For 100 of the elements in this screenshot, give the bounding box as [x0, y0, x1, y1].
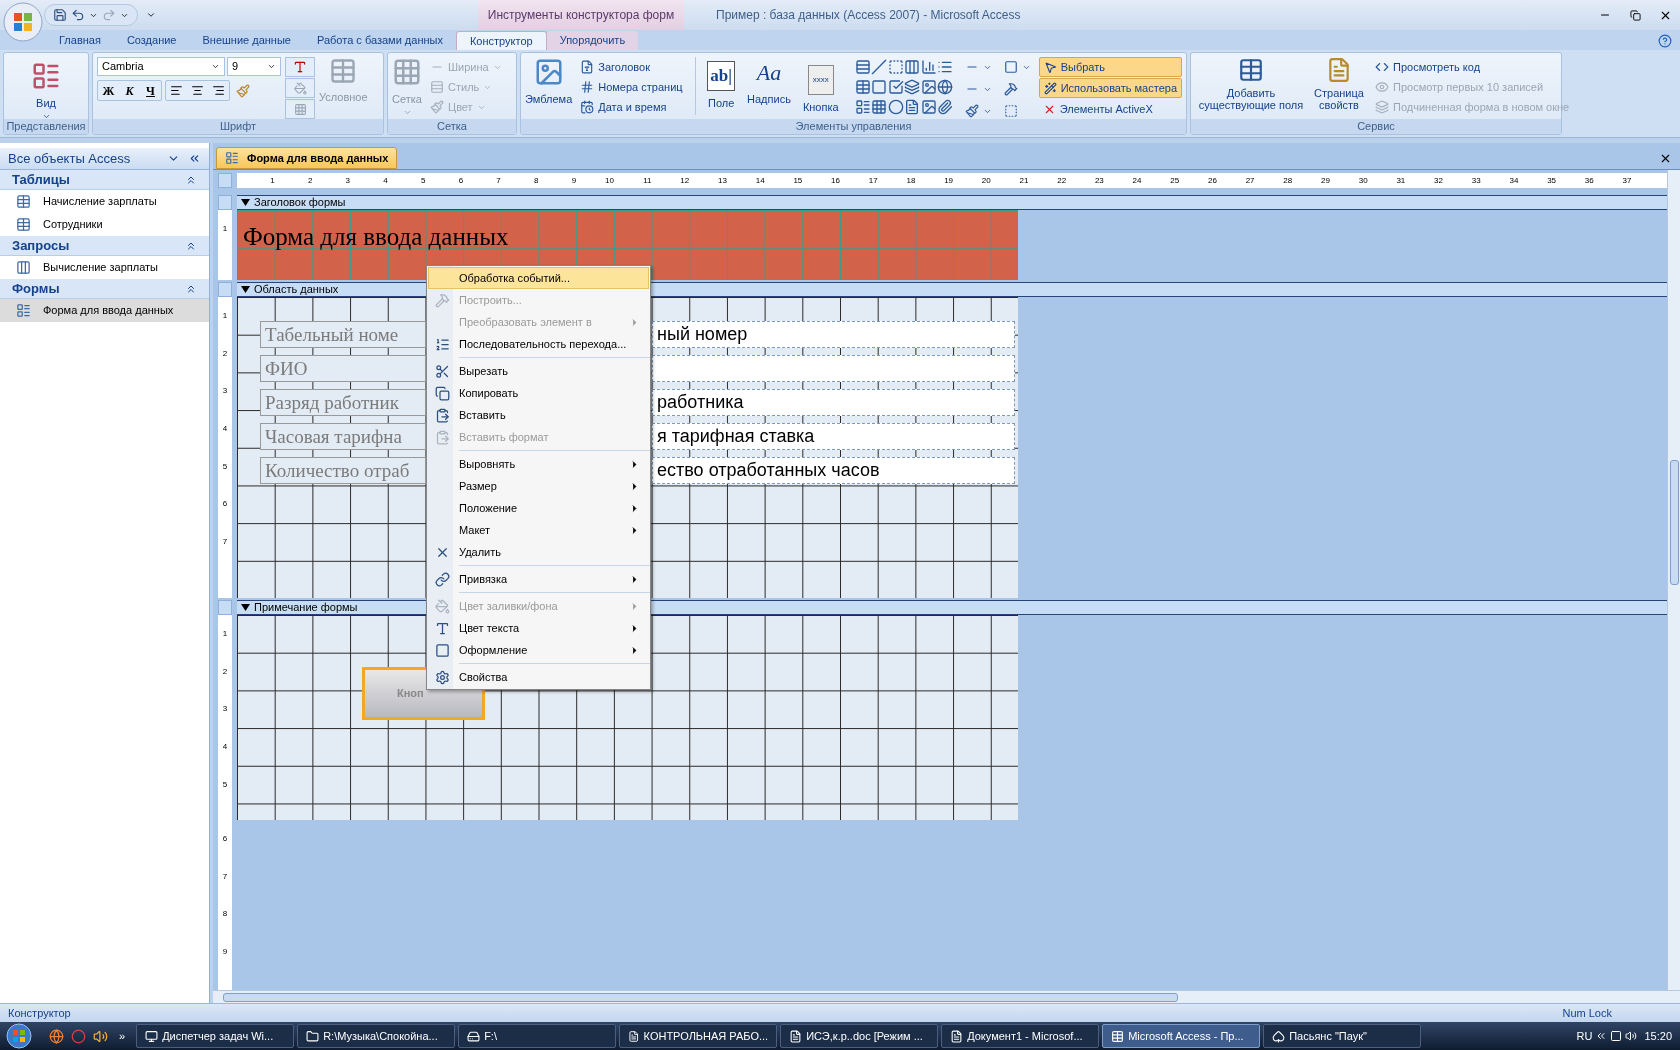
menu-item[interactable]: Выровнять: [428, 453, 649, 475]
menu-item[interactable]: Положение: [428, 497, 649, 519]
menu-item[interactable]: Размер: [428, 475, 649, 497]
attachment-icon[interactable]: [937, 99, 954, 115]
document-icon: [628, 1029, 640, 1043]
taskbar-button[interactable]: Microsoft Access - Пр...: [1102, 1024, 1261, 1048]
italic-button[interactable]: К: [119, 81, 140, 100]
properties-icon: [434, 669, 450, 685]
ribbon-tab[interactable]: Работа с базами данных: [303, 31, 456, 50]
menu-item[interactable]: Привязка: [428, 568, 649, 590]
tray-expand-icon[interactable]: [1595, 1030, 1608, 1042]
taskbar-button[interactable]: Пасьянс "Паук": [1263, 1024, 1422, 1048]
align-center-icon: [191, 84, 204, 97]
tray-icon[interactable]: [1610, 1030, 1623, 1042]
list-box-icon[interactable]: [854, 59, 871, 75]
add-fields-button[interactable]: Добавить существующие поля: [1195, 57, 1307, 117]
picture-icon[interactable]: [920, 99, 937, 115]
player-icon[interactable]: [71, 1028, 86, 1044]
bold-button[interactable]: Ж: [98, 81, 119, 100]
menu-item[interactable]: Оформление: [428, 639, 649, 661]
chart-icon[interactable]: [920, 59, 937, 75]
hyperlink-icon[interactable]: [937, 79, 954, 95]
image-icon[interactable]: [920, 79, 937, 95]
save-icon[interactable]: [53, 8, 67, 22]
undo-icon[interactable]: [71, 8, 85, 22]
text-box[interactable]: ество отработанных часов: [652, 457, 1015, 484]
taskbar-button[interactable]: R:\Музыка\Спокойна...: [297, 1024, 456, 1048]
taskbar-button[interactable]: Документ1 - Microsof...: [941, 1024, 1100, 1048]
customize-toolbar-icon[interactable]: [146, 10, 156, 20]
menu-item[interactable]: Копировать: [428, 382, 649, 404]
more-launchers[interactable]: »: [119, 1027, 126, 1045]
fill-color-button[interactable]: [285, 78, 315, 98]
text-box[interactable]: ный номер: [652, 321, 1015, 348]
option-group-icon[interactable]: [871, 99, 888, 115]
rectangle-icon[interactable]: [871, 79, 888, 95]
underline-button[interactable]: Ч: [140, 81, 161, 100]
taskbar-button[interactable]: ИСЭ,к.р..doc [Режим ...: [780, 1024, 939, 1048]
vertical-scrollbar[interactable]: [1667, 170, 1680, 990]
combo-box-icon[interactable]: [854, 99, 871, 115]
menu-item[interactable]: Вставить: [428, 404, 649, 426]
menu-item[interactable]: Вырезать: [428, 360, 649, 382]
toggle-button[interactable]: Выбрать: [1038, 57, 1182, 77]
document-tab[interactable]: Форма для ввода данных: [216, 147, 398, 169]
language-indicator[interactable]: RU: [1576, 1027, 1593, 1045]
title-button[interactable]: Заголовок: [576, 57, 687, 77]
taskbar-button[interactable]: Диспетчер задач Wi...: [136, 1024, 295, 1048]
media-icon[interactable]: [93, 1028, 108, 1044]
subform-icon[interactable]: [854, 79, 871, 95]
tools-icon: [1003, 82, 1018, 96]
taskbar-button[interactable]: КОНТРОЛЬНАЯ РАБО...: [619, 1024, 778, 1048]
control-tool-button[interactable]: Aa Надпись: [743, 57, 795, 108]
property-sheet-button[interactable]: Страница свойств: [1311, 57, 1367, 117]
toggle-button[interactable]: Использовать мастера: [1038, 78, 1182, 98]
font-size-field[interactable]: 9: [227, 57, 281, 76]
line-icon[interactable]: [871, 59, 888, 75]
menu-item[interactable]: Последовательность перехода...: [428, 333, 649, 355]
text-box[interactable]: [652, 355, 1015, 382]
help-icon[interactable]: [1658, 34, 1672, 48]
ribbon-tab[interactable]: Главная: [46, 31, 114, 50]
radio-icon[interactable]: [887, 99, 904, 115]
page-numbers-button[interactable]: Номера страниц: [576, 77, 687, 97]
menu-item[interactable]: Обработка событий...: [428, 267, 649, 289]
nav-group-header[interactable]: Запросы: [0, 236, 209, 256]
ribbon-tab[interactable]: Конструктор: [455, 31, 547, 50]
page-break-icon[interactable]: [904, 59, 921, 75]
date-time-button[interactable]: Дата и время: [576, 97, 687, 117]
list-icon[interactable]: [937, 59, 954, 75]
control-tool-button[interactable]: ab| Поле: [703, 57, 740, 112]
browser-icon[interactable]: [49, 1028, 64, 1044]
font-name-field[interactable]: Cambria: [97, 57, 225, 76]
text-box[interactable]: я тарифная ставка: [652, 423, 1015, 450]
field-label: ФИО: [260, 355, 426, 382]
close-icon[interactable]: [1659, 152, 1672, 165]
font-color-icon: [434, 620, 450, 636]
text-box[interactable]: работника: [652, 389, 1015, 416]
office-logo-icon[interactable]: [3, 2, 43, 42]
taskbar-button[interactable]: F:\: [458, 1024, 617, 1048]
horizontal-scrollbar[interactable]: [213, 990, 1680, 1003]
logo-button[interactable]: Эмблема: [525, 57, 573, 108]
activex-button[interactable]: Элементы ActiveX: [1038, 99, 1182, 119]
collapse-pane-icon[interactable]: [188, 152, 201, 165]
ribbon-tab[interactable]: Упорядочить: [546, 31, 639, 50]
section-bar[interactable]: Заголовок формы: [237, 195, 1667, 210]
nav-item[interactable]: Форма для ввода данных: [0, 299, 209, 322]
menu-item[interactable]: Макет: [428, 519, 649, 541]
nav-group-header[interactable]: Таблицы: [0, 170, 209, 190]
menu-item[interactable]: Удалить: [428, 541, 649, 563]
text-box-icon[interactable]: [887, 59, 904, 75]
control-tool-button[interactable]: xxxx Кнопка: [798, 57, 843, 116]
view-button[interactable]: Вид: [8, 57, 84, 121]
volume-icon[interactable]: [1625, 1030, 1638, 1042]
ribbon-tab[interactable]: Создание: [113, 31, 190, 50]
object-frame-icon[interactable]: [904, 99, 921, 115]
tab-control-icon[interactable]: [904, 79, 921, 95]
ribbon-tab[interactable]: Внешние данные: [189, 31, 304, 50]
menu-item[interactable]: Цвет текста: [428, 617, 649, 639]
nav-group-header[interactable]: Формы: [0, 279, 209, 299]
view-code-button[interactable]: Просмотреть код: [1371, 57, 1574, 77]
font-color-button[interactable]: [285, 57, 315, 77]
checkbox-icon[interactable]: [887, 79, 904, 95]
